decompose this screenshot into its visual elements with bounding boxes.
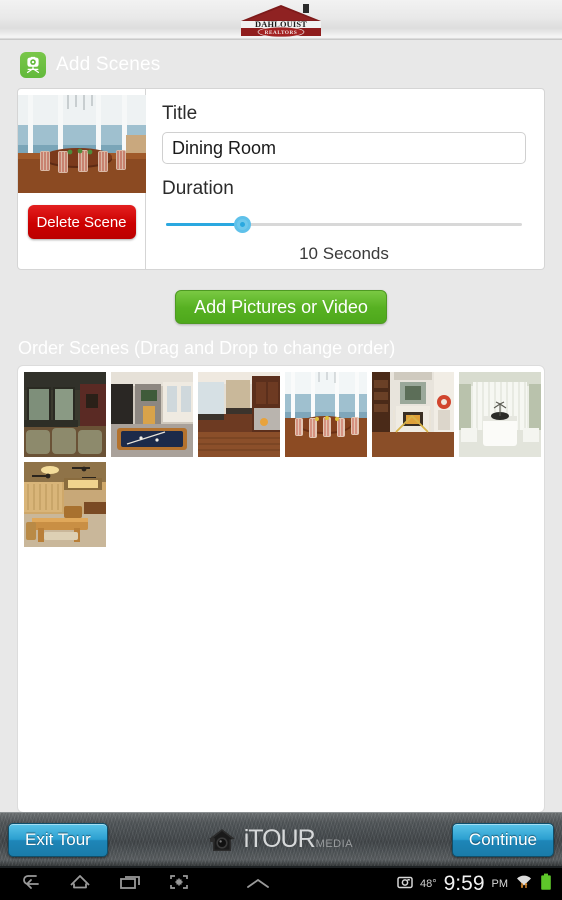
temperature-label: 48° bbox=[419, 878, 437, 890]
screenshot-icon[interactable] bbox=[168, 872, 190, 897]
thumb-dining-room-warm[interactable] bbox=[24, 462, 106, 547]
expand-up-handle[interactable] bbox=[190, 877, 397, 891]
nav-buttons bbox=[0, 872, 190, 897]
scene-card: Delete Scene Title Duration 10 Seconds bbox=[17, 88, 545, 270]
ampm-label: PM bbox=[491, 878, 509, 890]
page-header: Add Scenes bbox=[0, 40, 562, 88]
continue-button[interactable]: Continue bbox=[451, 822, 554, 857]
add-pictures-or-video-button[interactable]: Add Pictures or Video bbox=[175, 290, 387, 324]
home-icon[interactable] bbox=[68, 872, 92, 897]
status-indicators: 48° 9:59 PM bbox=[397, 872, 562, 896]
thumb-stair-hall[interactable] bbox=[372, 372, 454, 457]
back-icon[interactable] bbox=[20, 872, 42, 897]
add-media-row: Add Pictures or Video bbox=[0, 290, 562, 324]
itour-wordmark: i TOUR MEDIA bbox=[244, 825, 353, 854]
thumb-dining-room-waterfront[interactable] bbox=[285, 372, 367, 457]
thumb-game-room[interactable] bbox=[111, 372, 193, 457]
slider-thumb[interactable] bbox=[234, 216, 252, 233]
page-body: Add Scenes Delete Scene Title Dining Roo… bbox=[0, 40, 562, 813]
order-scenes-label: Order Scenes (Drag and Drop to change or… bbox=[18, 338, 396, 358]
brand-bar: DAHLQUIST REALTORS bbox=[0, 0, 562, 40]
recents-icon[interactable] bbox=[118, 872, 142, 897]
wifi-icon bbox=[515, 874, 533, 895]
itour-logo-media: MEDIA bbox=[315, 838, 354, 850]
scene-thumbnail-dining-room[interactable] bbox=[18, 95, 146, 193]
android-navigation-bar: 48° 9:59 PM bbox=[0, 868, 562, 900]
bottom-toolbar: Exit Tour i TOUR MEDIA Continue bbox=[0, 812, 562, 868]
delete-scene-button[interactable]: Delete Scene bbox=[27, 205, 136, 239]
itour-media-logo: i TOUR MEDIA bbox=[207, 825, 353, 854]
duration-label: Duration bbox=[162, 178, 234, 199]
duration-value: 10 Seconds bbox=[299, 244, 389, 263]
thumb-theater-room[interactable] bbox=[24, 372, 106, 457]
svg-text:REALTORS: REALTORS bbox=[265, 30, 298, 36]
title-input[interactable] bbox=[162, 132, 526, 164]
scene-card-right: Title Duration 10 Seconds bbox=[146, 89, 544, 269]
projector-icon bbox=[20, 52, 46, 78]
dahlquist-realtors-logo: DAHLQUIST REALTORS bbox=[235, 2, 327, 38]
duration-slider[interactable] bbox=[162, 212, 526, 238]
title-label: Title bbox=[162, 103, 198, 124]
thumb-kitchen[interactable] bbox=[198, 372, 280, 457]
camera-icon[interactable] bbox=[397, 875, 413, 894]
itour-logo-tour: TOUR bbox=[248, 825, 315, 853]
clock-label: 9:59 bbox=[443, 872, 485, 895]
page-title: Add Scenes bbox=[56, 54, 161, 75]
house-camera-icon bbox=[208, 828, 235, 851]
order-scenes-panel[interactable] bbox=[17, 365, 545, 813]
expand-up-icon bbox=[247, 878, 270, 888]
app-root: DAHLQUIST REALTORS Add Scenes Delete Sce… bbox=[0, 0, 562, 900]
scene-card-left: Delete Scene bbox=[18, 89, 146, 269]
thumb-bathroom[interactable] bbox=[459, 372, 541, 457]
battery-full-icon bbox=[540, 873, 552, 896]
exit-tour-button[interactable]: Exit Tour bbox=[8, 822, 108, 857]
